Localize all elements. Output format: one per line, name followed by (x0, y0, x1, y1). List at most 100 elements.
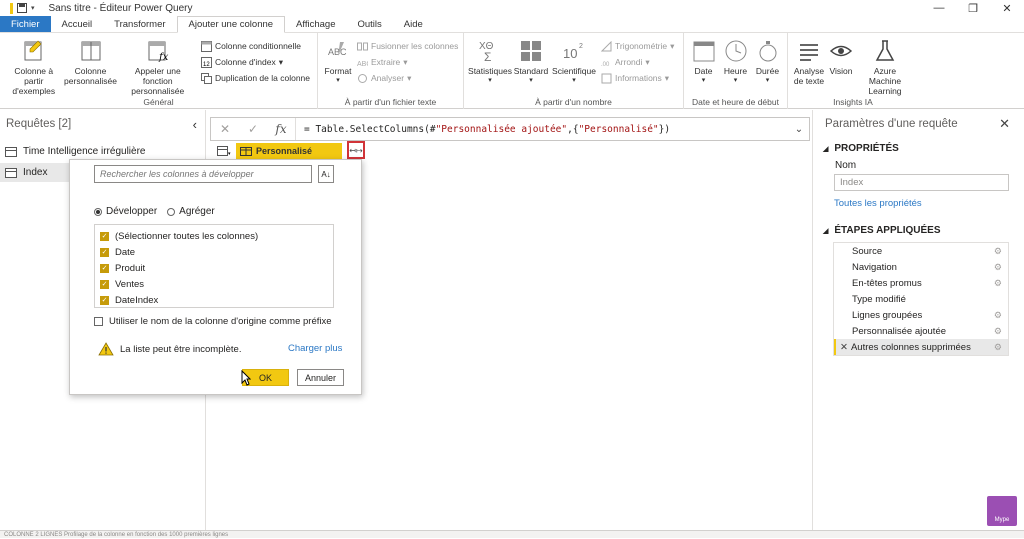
chevron-down-icon: ▾ (670, 40, 675, 51)
duplicate-column-button[interactable]: Duplication de la colonne (201, 71, 310, 85)
column-header[interactable]: Personnalisé (236, 143, 342, 159)
column-checkbox-label: (Sélectionner toutes les colonnes) (115, 230, 259, 242)
step-label: Source (852, 245, 883, 257)
column-name: Personnalisé (256, 146, 313, 156)
trigonometry-button[interactable]: Trigonométrie ▾ (601, 39, 674, 53)
cancel-button[interactable]: Annuler (297, 369, 344, 386)
tab-ajouter-colonne[interactable]: Ajouter une colonne (176, 16, 286, 33)
gear-icon[interactable]: ⚙ (994, 342, 1002, 353)
formula-string-1: "Personnalisée ajoutée" (435, 123, 568, 135)
chevron-down-icon: ▾ (572, 77, 576, 84)
step-item[interactable]: Type modifié (834, 291, 1008, 307)
step-item[interactable]: Lignes groupées ⚙ (834, 307, 1008, 323)
prefix-checkbox[interactable]: Utiliser le nom de la colonne d'origine … (94, 316, 332, 327)
scientific-label: Scientifique (552, 66, 596, 76)
expand-dialog: A↓ Développer Agréger ✓ (Sélectionner tou… (69, 159, 362, 395)
chevron-down-icon: ▾ (278, 56, 283, 67)
gear-icon[interactable]: ⚙ (994, 326, 1002, 337)
applied-steps-list: Source ⚙ Navigation ⚙ En-têtes promus ⚙ Typ… (833, 242, 1009, 356)
columns-list: ✓ (Sélectionner toutes les colonnes) ✓ Dat… (94, 224, 334, 308)
column-checkbox[interactable]: ✓ (Sélectionner toutes les colonnes) (100, 228, 328, 244)
trigonometry-label: Trigonométrie (615, 41, 668, 51)
power-icon: 10 2 (563, 43, 583, 61)
table-menu-icon[interactable]: ▾ (212, 144, 236, 158)
column-checkbox[interactable]: ✓ Produit (100, 260, 328, 276)
sort-button[interactable]: A↓ (318, 165, 334, 183)
tab-aide[interactable]: Aide (393, 16, 434, 32)
step-item-selected[interactable]: ✕ Autres colonnes supprimées ⚙ (834, 339, 1008, 355)
status-bar: COLONNE 2 LIGNES Profilage de la colonne… (0, 530, 1024, 538)
collapse-pane-icon[interactable]: ‹ (193, 117, 197, 132)
parse-button[interactable]: Analyser ▾ (357, 71, 458, 85)
qat-dropdown-icon[interactable]: ▾ (31, 4, 35, 12)
collapse-triangle-icon: ◢ (823, 227, 829, 235)
round-icon: .00 (601, 62, 610, 68)
step-item[interactable]: Personnalisée ajoutée ⚙ (834, 323, 1008, 339)
close-button[interactable]: ✕ (990, 0, 1024, 16)
step-item[interactable]: Navigation ⚙ (834, 259, 1008, 275)
conditional-icon (201, 40, 213, 52)
column-checkbox-label: Date (115, 246, 136, 258)
radio-expand-label: Développer (106, 206, 158, 217)
duration-label: Durée (755, 66, 780, 76)
expand-mode-radios: Développer Agréger (94, 206, 215, 217)
tab-affichage[interactable]: Affichage (285, 16, 346, 32)
window-title: Sans titre - Éditeur Power Query (48, 2, 193, 14)
standard-label: Standard (513, 66, 549, 76)
index-column-button[interactable]: 12 Colonne d'index ▾ (201, 55, 310, 69)
minimize-button[interactable]: — (922, 0, 956, 16)
restore-button[interactable]: ❐ (956, 0, 990, 16)
checkbox-checked-icon: ✓ (100, 295, 109, 305)
column-checkbox[interactable]: ✓ Date (100, 244, 328, 260)
duplicate-icon (201, 72, 213, 84)
formula-string-2: "Personnalisé" (578, 123, 659, 135)
close-pane-icon[interactable]: ✕ (999, 116, 1010, 132)
radio-expand[interactable]: Développer (94, 206, 157, 217)
text-lines-icon (800, 44, 818, 61)
all-properties-link[interactable]: Toutes les propriétés (813, 198, 1024, 209)
fx-icon[interactable]: fx (267, 122, 295, 136)
search-columns-input[interactable] (94, 165, 312, 183)
conditional-column-button[interactable]: Colonne conditionnelle (201, 39, 310, 53)
radio-aggregate[interactable]: Agréger (167, 206, 215, 217)
trig-icon (601, 40, 612, 51)
gear-icon[interactable]: ⚙ (994, 246, 1002, 257)
step-item[interactable]: En-têtes promus ⚙ (834, 275, 1008, 291)
cancel-formula-icon[interactable]: ✕ (211, 122, 239, 136)
step-label: Type modifié (852, 293, 906, 305)
delete-step-icon[interactable]: ✕ (840, 342, 848, 353)
svg-text:ABC: ABC (328, 47, 347, 57)
tab-transformer[interactable]: Transformer (103, 16, 176, 32)
confirm-formula-icon[interactable]: ✓ (239, 122, 267, 136)
save-icon[interactable] (17, 3, 27, 13)
properties-title: PROPRIÉTÉS (834, 143, 899, 154)
properties-section[interactable]: ◢ PROPRIÉTÉS (813, 143, 1024, 154)
tab-outils[interactable]: Outils (347, 16, 393, 32)
applied-steps-section[interactable]: ◢ ÉTAPES APPLIQUÉES (813, 225, 1024, 236)
step-label: Personnalisée ajoutée (852, 325, 947, 337)
merge-columns-button[interactable]: Fusionner les colonnes (357, 39, 458, 53)
tab-accueil[interactable]: Accueil (51, 16, 104, 32)
information-button[interactable]: Informations ▾ (601, 71, 674, 85)
incomplete-warning: La liste peut être incomplète. (98, 342, 241, 356)
tab-fichier[interactable]: Fichier (0, 16, 51, 32)
step-item[interactable]: Source ⚙ (834, 243, 1008, 259)
flask-icon (875, 40, 895, 61)
expand-formula-icon[interactable]: ⌄ (789, 124, 809, 135)
formula-prefix: = Table.SelectColumns(# (304, 123, 436, 135)
column-checkbox[interactable]: ✓ DateIndex (100, 292, 328, 308)
gear-icon[interactable]: ⚙ (994, 310, 1002, 321)
chevron-down-icon: ▾ (765, 77, 770, 84)
svg-text:ABC: ABC (357, 61, 368, 68)
name-input[interactable]: Index (834, 174, 1009, 191)
column-checkbox[interactable]: ✓ Ventes (100, 276, 328, 292)
expand-column-button[interactable]: ↤↦ (347, 141, 365, 159)
load-more-link[interactable]: Charger plus (288, 343, 342, 354)
custom-column-label: Colonne personnalisée (64, 66, 117, 86)
gear-icon[interactable]: ⚙ (994, 278, 1002, 289)
checkbox-checked-icon: ✓ (100, 263, 109, 273)
round-button[interactable]: .00 Arrondi ▾ (601, 55, 674, 69)
extract-button[interactable]: ABCExtraire▾ (357, 55, 458, 69)
gear-icon[interactable]: ⚙ (994, 262, 1002, 273)
formula-input[interactable]: = Table.SelectColumns(# "Personnalisée aj… (295, 118, 789, 140)
